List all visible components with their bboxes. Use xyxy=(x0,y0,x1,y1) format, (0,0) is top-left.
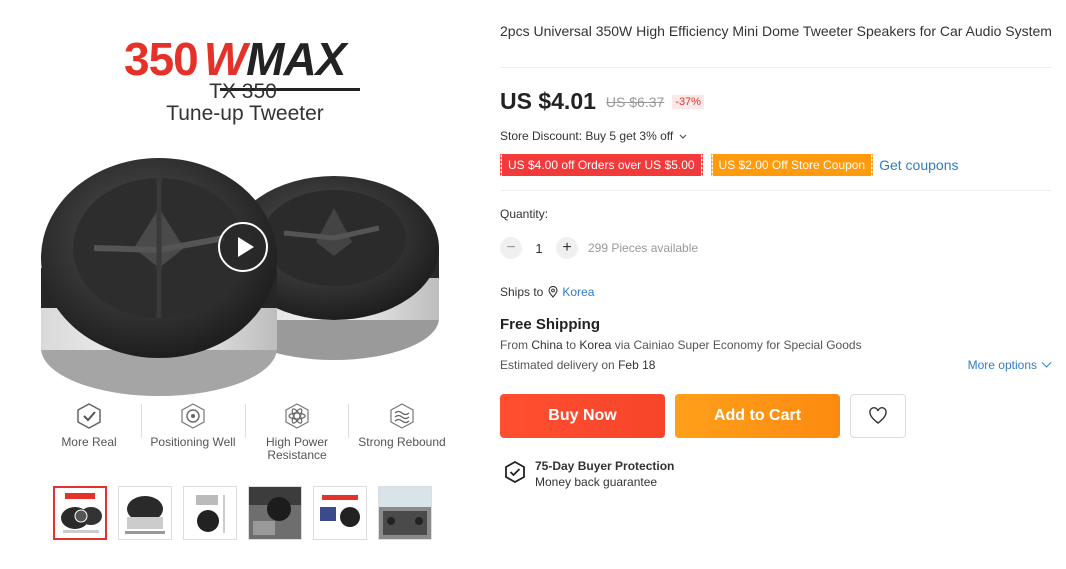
buyer-protection-text: 75-Day Buyer Protection Money back guara… xyxy=(535,458,674,490)
thumbnail-image xyxy=(379,487,431,539)
wishlist-button[interactable] xyxy=(850,394,906,438)
divider xyxy=(500,190,1052,191)
buyer-protection-subtitle: Money back guarantee xyxy=(535,475,658,489)
model-subtitle: Tune-up Tweeter xyxy=(166,102,324,125)
model-name: TX 350 xyxy=(209,80,277,103)
quantity-label: Quantity: xyxy=(500,207,549,221)
get-coupons-link[interactable]: Get coupons xyxy=(879,157,958,173)
thumbnail-4[interactable] xyxy=(248,486,302,540)
coupons-row: US $4.00 off Orders over US $5.00 US $2.… xyxy=(499,154,958,176)
feature-high-power: High Power Resistance xyxy=(245,402,349,462)
buyer-protection: 75-Day Buyer Protection Money back guara… xyxy=(504,458,674,490)
quantity-input[interactable]: 1 xyxy=(522,241,556,256)
estimated-delivery: Estimated delivery on Feb 18 xyxy=(500,358,656,372)
product-title: 2pcs Universal 350W High Efficiency Mini… xyxy=(500,23,1052,39)
product-gallery: 350 WMAX TX 350 Tune-up Tweeter More Rea… xyxy=(20,18,470,558)
current-price: US $4.01 xyxy=(500,88,596,114)
divider xyxy=(500,67,1052,68)
chevron-down-icon xyxy=(679,134,686,139)
buyer-protection-title: 75-Day Buyer Protection xyxy=(535,459,675,473)
add-to-cart-button[interactable]: Add to Cart xyxy=(675,394,840,438)
thumbnail-image xyxy=(55,488,105,538)
feature-icons-row: More Real Positioning Well High Power Re… xyxy=(20,402,470,472)
atom-icon xyxy=(285,403,309,429)
thumbnail-image xyxy=(249,487,301,539)
checkmark-badge-icon xyxy=(77,403,101,429)
wave-shield-icon xyxy=(390,403,414,429)
discount-badge: -37% xyxy=(672,94,704,109)
thumbnail-3[interactable] xyxy=(183,486,237,540)
target-icon xyxy=(181,403,205,429)
thumbnail-1[interactable] xyxy=(53,486,107,540)
original-price: US $6.37 xyxy=(605,93,665,110)
quantity-stepper: − 1 + 299 Pieces available xyxy=(500,237,698,259)
coupon-store[interactable]: US $2.00 Off Store Coupon xyxy=(709,154,874,176)
thumbnail-5[interactable] xyxy=(313,486,367,540)
thumbnail-image xyxy=(184,487,236,539)
main-product-image[interactable]: 350 WMAX TX 350 Tune-up Tweeter More Rea… xyxy=(20,18,470,478)
coupon-orders-over[interactable]: US $4.00 off Orders over US $5.00 xyxy=(499,154,703,176)
feature-positioning-well: Positioning Well xyxy=(141,402,245,449)
ships-to-country[interactable]: Korea xyxy=(562,285,594,299)
shield-check-icon xyxy=(505,461,525,483)
feature-divider xyxy=(348,404,349,438)
heart-icon xyxy=(869,407,887,424)
free-shipping-heading: Free Shipping xyxy=(500,316,601,333)
quantity-plus-button[interactable]: + xyxy=(556,237,578,259)
thumbnail-2[interactable] xyxy=(118,486,172,540)
store-discount[interactable]: Store Discount: Buy 5 get 3% off xyxy=(500,129,687,143)
quantity-available: 299 Pieces available xyxy=(588,241,699,255)
thumbnail-image xyxy=(314,487,366,539)
location-pin-icon xyxy=(548,286,558,298)
buy-now-button[interactable]: Buy Now xyxy=(500,394,665,438)
shipping-route: From China to Korea via Cainiao Super Ec… xyxy=(500,338,862,352)
product-info: 2pcs Universal 350W High Efficiency Mini… xyxy=(499,0,1056,569)
quantity-minus-button[interactable]: − xyxy=(500,237,522,259)
feature-strong-rebound: Strong Rebound xyxy=(350,402,454,449)
ships-to: Ships to Korea xyxy=(500,285,595,299)
store-discount-text: Store Discount: Buy 5 get 3% off xyxy=(500,129,674,143)
brand-logo: 350 WMAX xyxy=(124,33,346,85)
chevron-down-icon xyxy=(1041,357,1052,368)
thumbnail-image xyxy=(119,487,171,539)
feature-more-real: More Real xyxy=(37,402,141,449)
purchase-actions: Buy Now Add to Cart xyxy=(500,394,906,438)
price-row: US $4.01 US $6.37 -37% xyxy=(500,88,704,115)
thumbnail-6[interactable] xyxy=(378,486,432,540)
play-video-button[interactable] xyxy=(218,222,268,272)
more-options-link[interactable]: More options xyxy=(968,357,1052,372)
